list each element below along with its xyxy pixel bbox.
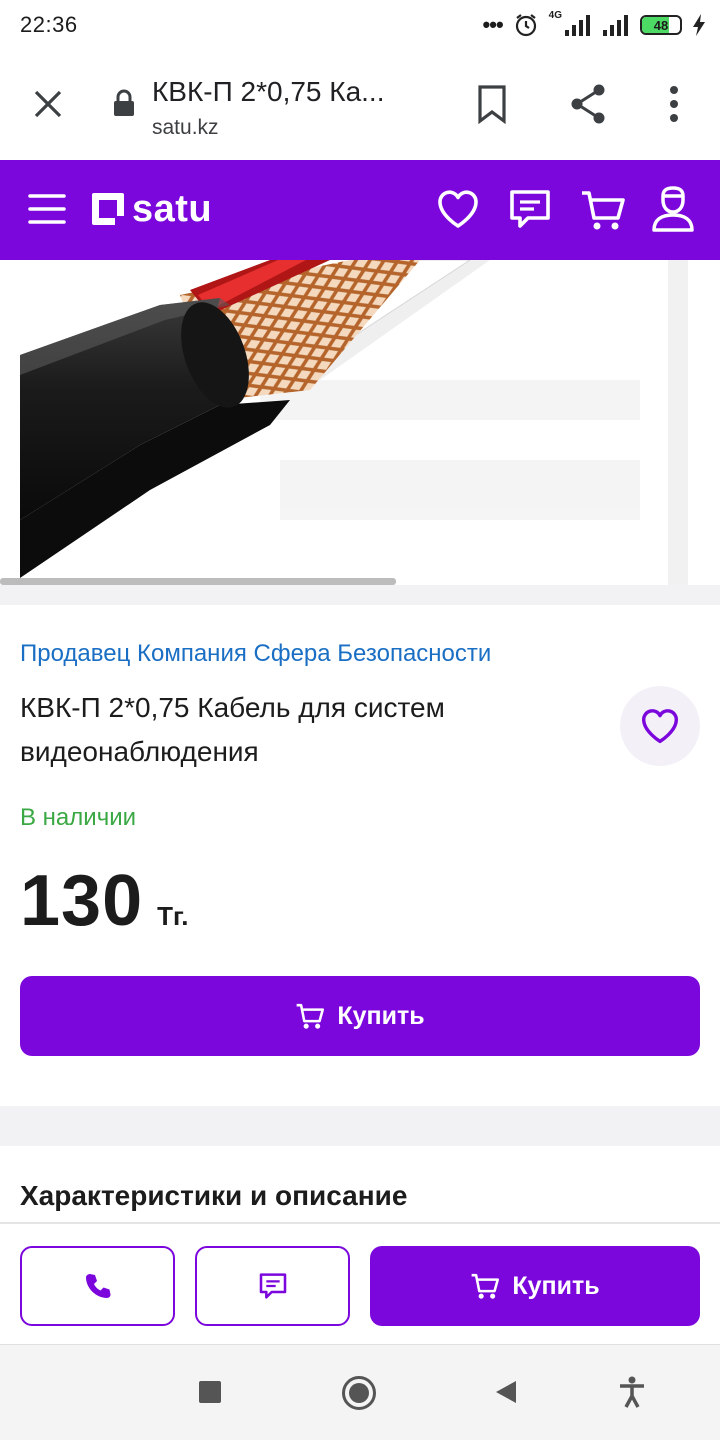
network-type: 4G [548, 10, 562, 21]
status-time: 22:36 [20, 12, 78, 37]
availability-status: В наличии [20, 804, 137, 831]
logo-mark [92, 193, 124, 225]
product-title: КВК-П 2*0,75 Кабель для систем видеонабл… [20, 692, 445, 767]
status-bar: 22:36 ••• 4G 48 [0, 0, 720, 50]
cart-icon [472, 1273, 500, 1299]
gallery-gap [688, 260, 720, 585]
close-icon[interactable] [32, 88, 64, 120]
status-icons: ••• 4G 48 [483, 10, 706, 40]
share-icon[interactable] [568, 82, 608, 126]
more-dots-icon: ••• [482, 12, 504, 37]
chat-icon [259, 1273, 286, 1299]
page-host[interactable]: satu.kz [152, 116, 219, 140]
signal-icon-2 [603, 15, 628, 36]
battery-icon: 48 [640, 15, 682, 35]
sticky-buy-button[interactable]: Купить [370, 1246, 700, 1326]
satu-logo[interactable]: satu [92, 188, 213, 230]
lock-icon [114, 89, 134, 116]
buy-button[interactable]: Купить [20, 976, 700, 1056]
characteristics-heading: Характеристики и описание [20, 1180, 408, 1211]
bottom-action-bar: Купить [0, 1222, 720, 1344]
user-icon[interactable] [650, 186, 696, 232]
product-gallery[interactable] [0, 260, 720, 605]
home-icon[interactable] [342, 1376, 376, 1410]
gallery-divider [0, 585, 720, 605]
logo-text: satu [132, 188, 213, 230]
hamburger-menu-icon[interactable] [28, 192, 66, 226]
accessibility-icon[interactable] [618, 1376, 646, 1408]
section-divider [0, 1106, 720, 1146]
system-nav-bar [0, 1344, 720, 1440]
product-price: 130 Тг. [20, 860, 188, 942]
gallery-scrollbar[interactable] [0, 578, 396, 585]
add-to-favorites-button[interactable] [620, 686, 700, 766]
cart-icon [297, 1003, 325, 1029]
heart-icon[interactable] [436, 188, 480, 230]
page-title[interactable]: КВК-П 2*0,75 Ка... [152, 76, 385, 108]
bookmark-icon[interactable] [476, 84, 508, 124]
price-value: 130 [20, 861, 144, 941]
more-vert-icon[interactable] [664, 84, 684, 124]
app-header: satu [0, 160, 720, 260]
chat-icon[interactable] [508, 188, 552, 230]
seller-link[interactable]: Продавец Компания Сфера Безопасности [20, 640, 491, 668]
sticky-buy-label: Купить [512, 1271, 600, 1300]
call-seller-button[interactable] [20, 1246, 175, 1326]
phone-icon [85, 1274, 110, 1298]
back-icon[interactable] [494, 1379, 518, 1405]
alarm-icon [515, 14, 536, 37]
heart-outline-icon [641, 709, 679, 744]
product-image[interactable] [20, 260, 668, 585]
buy-button-label: Купить [337, 1001, 425, 1030]
charging-icon [693, 14, 705, 36]
price-currency: Тг. [157, 901, 189, 931]
signal-icon [565, 15, 590, 36]
recents-icon[interactable] [199, 1381, 221, 1403]
browser-toolbar: КВК-П 2*0,75 Ка... satu.kz [0, 50, 720, 160]
message-seller-button[interactable] [195, 1246, 350, 1326]
cart-icon[interactable] [580, 188, 626, 232]
